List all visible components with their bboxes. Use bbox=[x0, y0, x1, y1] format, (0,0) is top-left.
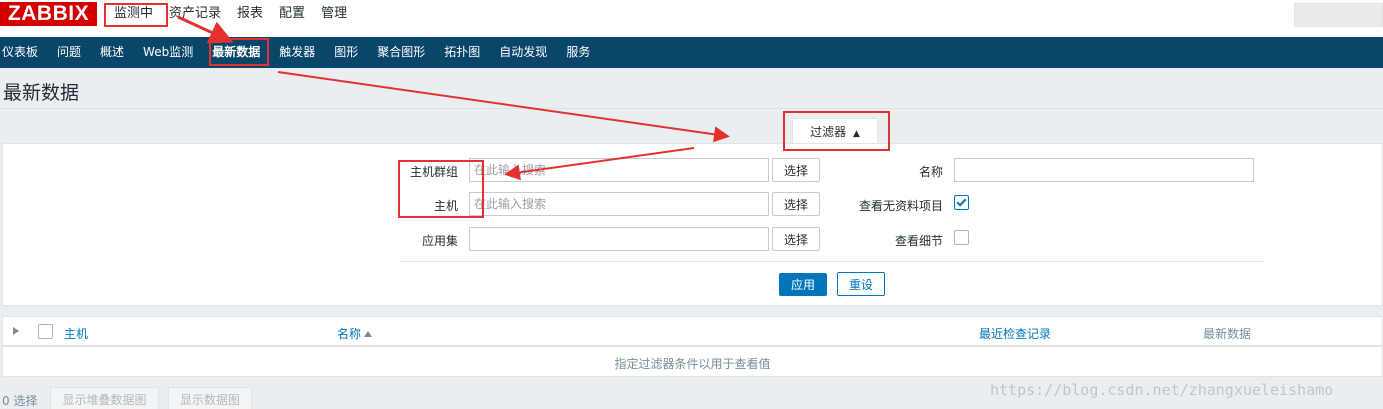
show-without-data-checkbox[interactable] bbox=[954, 195, 969, 210]
selected-count: 0 选择 bbox=[2, 394, 38, 408]
sub-nav-maps[interactable]: 拓扑图 bbox=[444, 37, 489, 68]
host-groups-input[interactable] bbox=[469, 158, 769, 182]
annotation-box-filter bbox=[783, 111, 890, 151]
host-groups-select-button[interactable]: 选择 bbox=[772, 158, 820, 182]
show-graph-button[interactable]: 显示数据图 bbox=[168, 387, 252, 409]
application-input[interactable] bbox=[469, 227, 769, 251]
sub-nav-services[interactable]: 服务 bbox=[566, 37, 599, 68]
application-label: 应用集 bbox=[421, 234, 458, 248]
application-select-button[interactable]: 选择 bbox=[772, 227, 820, 251]
sub-nav-discovery[interactable]: 自动发现 bbox=[499, 37, 556, 68]
watermark: https://blog.csdn.net/zhangxueleishamo bbox=[990, 381, 1334, 399]
sub-nav-graphs[interactable]: 图形 bbox=[334, 37, 367, 68]
sub-nav-triggers[interactable]: 触发器 bbox=[279, 37, 324, 68]
sub-nav: 仪表板 问题 概述 Web监测 最新数据 触发器 图形 聚合图形 拓扑图 自动发… bbox=[0, 37, 1383, 68]
top-bar: ZABBIX 监测中 资产记录 报表 配置 管理 bbox=[0, 0, 1383, 37]
sub-nav-overview[interactable]: 概述 bbox=[100, 37, 133, 68]
show-without-data-label: 查看无资料项目 bbox=[858, 199, 943, 213]
sub-nav-dashboard[interactable]: 仪表板 bbox=[2, 37, 47, 68]
sub-nav-web[interactable]: Web监测 bbox=[143, 37, 202, 68]
filter-divider bbox=[400, 261, 1264, 262]
sub-nav-problems[interactable]: 问题 bbox=[57, 37, 90, 68]
col-host[interactable]: 主机 bbox=[64, 325, 88, 342]
apply-button[interactable]: 应用 bbox=[779, 273, 827, 296]
hosts-select-button[interactable]: 选择 bbox=[772, 192, 820, 216]
col-last-check[interactable]: 最近检查记录 bbox=[979, 325, 1051, 342]
top-nav-inventory[interactable]: 资产记录 bbox=[161, 0, 229, 30]
col-name-label: 名称 bbox=[337, 327, 362, 341]
show-stacked-graph-button[interactable]: 显示堆叠数据图 bbox=[50, 387, 159, 409]
latest-data-table: 主机 名称 最近检查记录 最新数据 指定过滤器条件以用于查看值 bbox=[2, 316, 1383, 377]
top-nav-configuration[interactable]: 配置 bbox=[271, 0, 313, 30]
reset-button[interactable]: 重设 bbox=[837, 272, 885, 296]
empty-table-message: 指定过滤器条件以用于查看值 bbox=[614, 357, 771, 371]
page-title: 最新数据 bbox=[3, 82, 80, 104]
table-header: 主机 名称 最近检查记录 最新数据 bbox=[3, 317, 1382, 347]
annotation-box-monitoring bbox=[104, 3, 168, 27]
col-last-value: 最新数据 bbox=[1203, 327, 1252, 341]
hosts-input[interactable] bbox=[469, 192, 769, 216]
name-label: 名称 bbox=[918, 165, 943, 179]
expand-triangle-icon[interactable] bbox=[13, 327, 19, 335]
annotation-box-latest-data bbox=[209, 38, 269, 66]
global-search-input[interactable] bbox=[1294, 3, 1383, 27]
top-nav-reports[interactable]: 报表 bbox=[229, 0, 271, 30]
col-name[interactable]: 名称 bbox=[337, 325, 373, 342]
sort-asc-icon bbox=[364, 331, 373, 337]
show-details-label: 查看细节 bbox=[894, 234, 943, 248]
top-nav-administration[interactable]: 管理 bbox=[313, 0, 355, 30]
annotation-box-host-fields bbox=[398, 160, 484, 218]
name-input[interactable] bbox=[954, 158, 1254, 182]
sub-nav-screens[interactable]: 聚合图形 bbox=[377, 37, 434, 68]
show-details-checkbox[interactable] bbox=[954, 230, 969, 245]
select-all-checkbox[interactable] bbox=[38, 324, 53, 339]
title-divider bbox=[0, 108, 1383, 109]
zabbix-logo[interactable]: ZABBIX bbox=[0, 2, 97, 26]
check-icon bbox=[956, 196, 967, 207]
